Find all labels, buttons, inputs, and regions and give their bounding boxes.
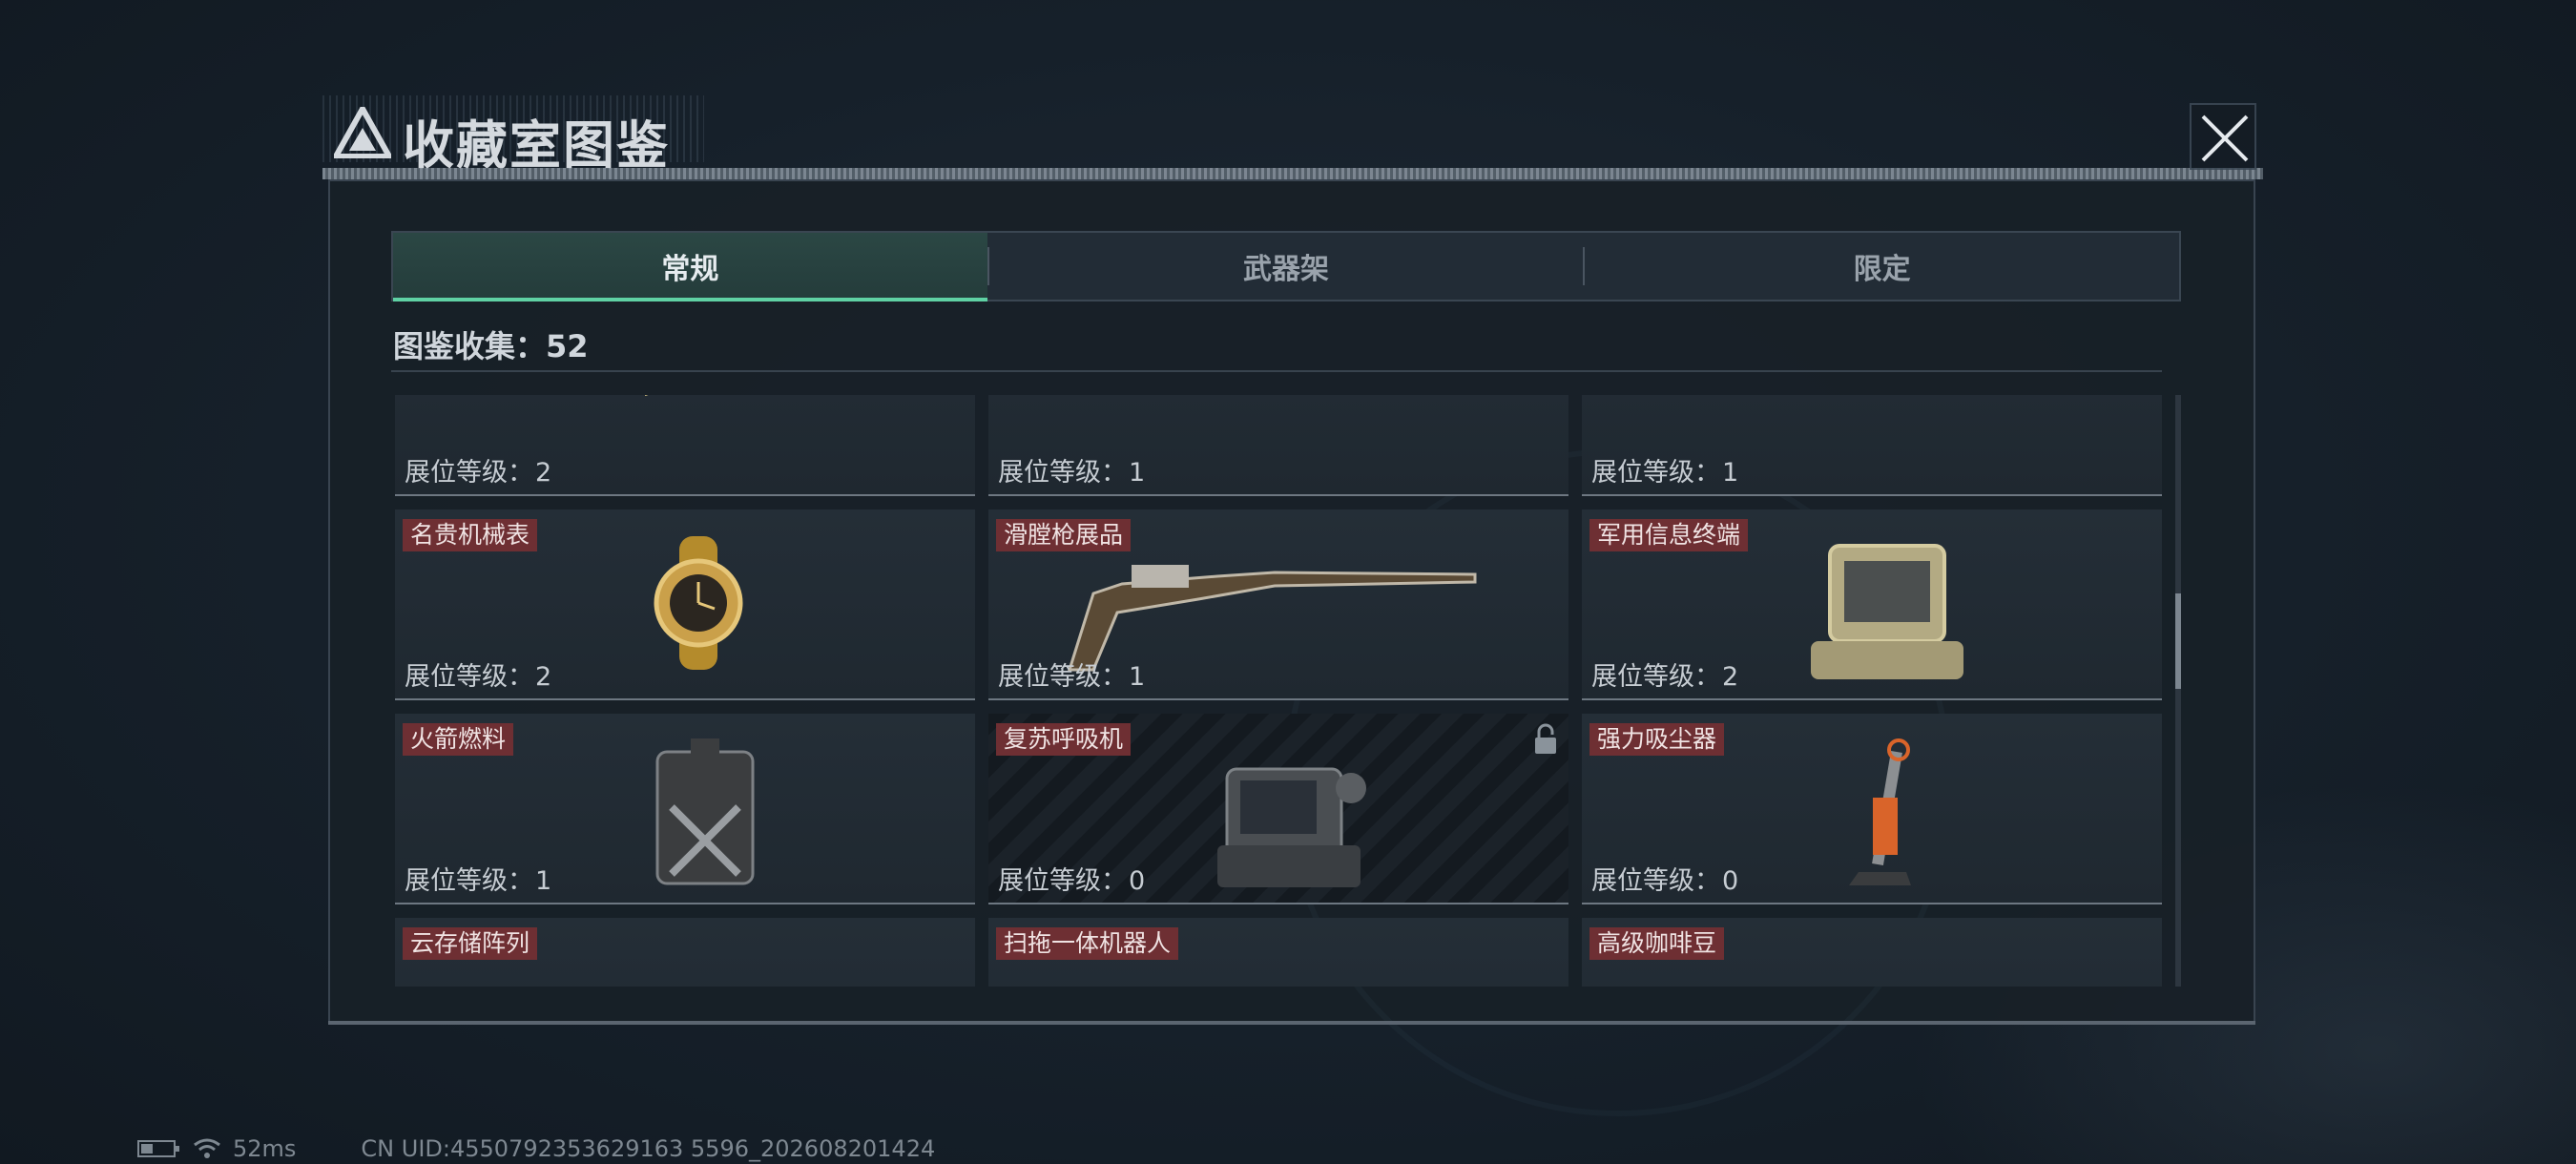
level-value: 2 <box>1722 662 1739 692</box>
item-name-tag: 云存储阵列 <box>403 927 538 960</box>
level-value: 0 <box>1722 866 1739 896</box>
gold-watch-icon <box>654 536 743 670</box>
tab-limited[interactable]: 限定 <box>1585 233 2179 300</box>
level-label: 展位等级： <box>998 662 1127 692</box>
user-uid: CN UID:4550792353629163 5596_20260820142… <box>361 1135 936 1162</box>
close-icon <box>2201 114 2249 162</box>
item-name-tag: 滑膛枪展品 <box>996 519 1132 551</box>
tab-weapon-rack[interactable]: 武器架 <box>989 233 1584 300</box>
collection-item-card[interactable]: 展位等级：2 <box>395 395 975 496</box>
robot-mop-icon <box>1160 935 1399 987</box>
fuel-canister-icon <box>655 738 755 885</box>
collection-item-card[interactable]: 强力吸尘器展位等级：0 <box>1582 714 2162 904</box>
item-level: 展位等级：1 <box>1589 451 1738 488</box>
ping-value: 52ms <box>233 1135 297 1162</box>
level-value: 1 <box>1129 662 1146 692</box>
rugged-laptop-icon <box>1811 544 1963 679</box>
level-label: 展位等级： <box>1591 458 1720 488</box>
item-level: 展位等级：0 <box>996 860 1145 897</box>
collection-item-card[interactable]: 名贵机械表展位等级：2 <box>395 509 975 700</box>
collection-item-card[interactable]: 复苏呼吸机展位等级：0 <box>988 714 1568 904</box>
ventilator-icon <box>1217 767 1366 887</box>
status-footer: 52ms CN UID:4550792353629163 5596_202608… <box>137 1135 935 1162</box>
collection-item-card[interactable]: 展位等级：1 <box>1582 395 2162 496</box>
wifi-icon <box>194 1138 220 1158</box>
scrollbar-track[interactable] <box>2175 395 2181 987</box>
coffee-bag-icon <box>1754 935 1992 987</box>
lock-icon <box>1535 723 1556 754</box>
close-button[interactable] <box>2190 103 2256 170</box>
level-label: 展位等级： <box>998 458 1127 488</box>
level-label: 展位等级： <box>998 866 1127 896</box>
tab-regular[interactable]: 常规 <box>393 233 987 301</box>
triangle-logo-icon <box>334 107 391 158</box>
level-value: 1 <box>1722 458 1739 488</box>
battery-icon <box>137 1140 179 1157</box>
level-label: 展位等级： <box>405 662 533 692</box>
item-name-tag: 扫拖一体机器人 <box>996 927 1179 960</box>
item-level: 展位等级：1 <box>996 451 1145 488</box>
item-level: 展位等级：2 <box>1589 655 1738 693</box>
item-name-tag: 复苏呼吸机 <box>996 723 1132 756</box>
item-name-tag: 军用信息终端 <box>1589 519 1749 551</box>
collection-item-card[interactable]: 展位等级：1 <box>988 395 1568 496</box>
collection-item-card[interactable]: 滑膛枪展品展位等级：1 <box>988 509 1568 700</box>
gold-circuit-board-icon <box>617 395 749 396</box>
title-bar: 收藏室图鉴 <box>322 95 2263 179</box>
item-level: 展位等级：1 <box>403 860 551 897</box>
item-level: 展位等级：1 <box>996 655 1145 693</box>
collection-item-card[interactable]: 云存储阵列 <box>395 918 975 987</box>
item-name-tag: 强力吸尘器 <box>1589 723 1725 756</box>
collection-item-card[interactable]: 高级咖啡豆 <box>1582 918 2162 987</box>
level-label: 展位等级： <box>1591 866 1720 896</box>
level-label: 展位等级： <box>1591 662 1720 692</box>
title-divider <box>322 168 2263 179</box>
flintlock-musket-icon <box>1067 565 1477 672</box>
scrollbar-thumb[interactable] <box>2175 593 2181 689</box>
collection-item-card[interactable]: 扫拖一体机器人 <box>988 918 1568 987</box>
level-value: 2 <box>535 458 552 488</box>
item-level: 展位等级：2 <box>403 451 551 488</box>
item-name-tag: 火箭燃料 <box>403 723 514 756</box>
divider <box>391 370 2162 372</box>
tab-bar: 常规 武器架 限定 <box>391 231 2181 301</box>
level-label: 展位等级： <box>405 866 533 896</box>
item-grid: 展位等级：2 展位等级：1 展位等级：1 名贵机械表 展位等级：2 滑膛枪展品 展位等级：1… <box>395 395 2162 987</box>
armored-vehicle-icon <box>1754 395 1992 475</box>
item-level: 展位等级：0 <box>1589 860 1738 897</box>
storage-array-icon <box>567 935 805 987</box>
item-name-tag: 高级咖啡豆 <box>1589 927 1725 960</box>
level-label: 展位等级： <box>405 458 533 488</box>
level-value: 2 <box>535 662 552 692</box>
panel-bottom-edge <box>328 1021 2255 1025</box>
vacuum-cleaner-icon <box>1849 738 1911 885</box>
level-value: 0 <box>1129 866 1146 896</box>
red-black-case-icon <box>1160 395 1399 475</box>
item-level: 展位等级：2 <box>403 655 551 693</box>
level-value: 1 <box>1129 458 1146 488</box>
level-value: 1 <box>535 866 552 896</box>
item-name-tag: 名贵机械表 <box>403 519 538 551</box>
collection-count: 图鉴收集：52 <box>393 328 589 364</box>
collection-item-card[interactable]: 军用信息终端 展位等级：2 <box>1582 509 2162 700</box>
collection-item-card[interactable]: 火箭燃料展位等级：1 <box>395 714 975 904</box>
